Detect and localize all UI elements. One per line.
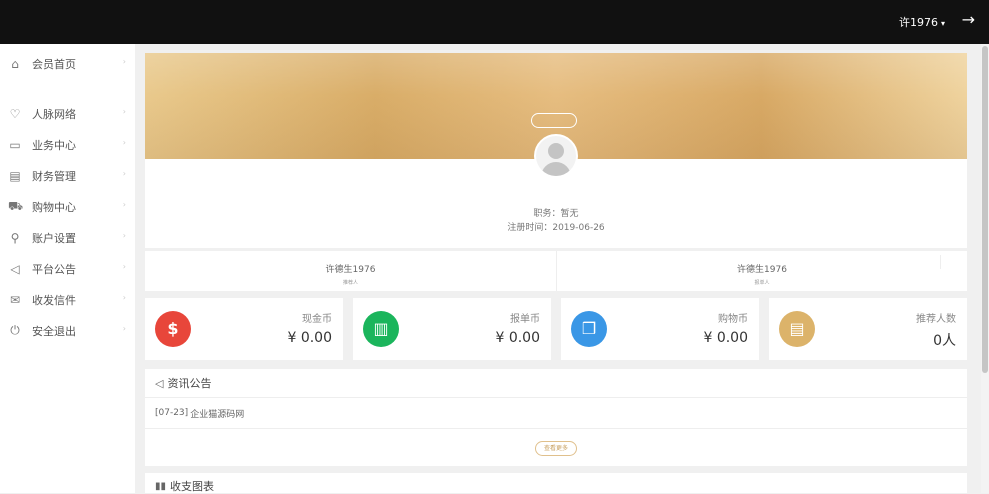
avatar-head — [548, 143, 564, 159]
registrant-name: 许德生1976 — [737, 265, 787, 275]
stat-label: 推荐人数 — [916, 314, 956, 325]
avatar-body — [541, 162, 571, 176]
message-icon: ✉ — [9, 292, 21, 307]
logout-arrow-icon[interactable]: → — [962, 10, 975, 29]
sidebar-item-finance[interactable]: ▤ 财务管理 › — [0, 160, 135, 191]
profile-card: 职务：暂无 注册时间：2019-06-26 — [145, 53, 967, 248]
bar-chart-icon: ▮▮ — [155, 480, 167, 492]
referrer-role: 推荐人 — [342, 280, 358, 286]
chevron-right-icon: › — [122, 57, 126, 66]
news-header: ◁ 资讯公告 — [145, 369, 967, 398]
stat-card-shopping: ❒ 购物币 ¥ 0.00 — [561, 298, 759, 360]
home-icon: ⌂ — [11, 56, 19, 71]
stat-label: 报单币 — [510, 314, 540, 325]
stat-card-referrals: ▤ 推荐人数 0人 — [769, 298, 967, 360]
chevron-right-icon: › — [122, 231, 126, 240]
chevron-right-icon: › — [122, 293, 126, 302]
megaphone-icon: ◁ — [155, 376, 164, 390]
stat-value: 0人 — [933, 333, 956, 349]
sidebar-section-label — [0, 79, 135, 98]
stat-card-order: ▥ 报单币 ¥ 0.00 — [353, 298, 551, 360]
banner-pill[interactable] — [531, 113, 577, 128]
power-icon: ⏻ — [10, 323, 20, 337]
chart-header: ▮▮ 收支图表 — [145, 473, 967, 493]
chevron-right-icon: › — [122, 262, 126, 271]
cart-icon: ⛟ — [8, 198, 24, 213]
people-card: 许德生1976 推荐人 许德生1976 报单人 — [145, 251, 967, 291]
sidebar-item-member-home[interactable]: ⌂ 会员首页 › — [0, 48, 135, 79]
sidebar-item-label: 会员首页 — [32, 57, 76, 71]
news-card: ◁ 资讯公告 [07-23] 企业猫源码网 查看更多 — [145, 369, 967, 466]
chevron-right-icon: › — [122, 200, 126, 209]
card-icon: ▤ — [9, 168, 21, 183]
stat-icon-circle: ▤ — [779, 311, 815, 347]
sidebar-item-label: 账户设置 — [32, 231, 76, 245]
stat-icon-circle: ❒ — [571, 311, 607, 347]
scrollbar-thumb[interactable] — [982, 46, 988, 373]
registrant-role: 报单人 — [754, 280, 770, 286]
sidebar-item-label: 安全退出 — [32, 324, 76, 338]
sidebar-item-label: 购物中心 — [32, 200, 76, 214]
caret-down-icon: ▾ — [940, 19, 945, 28]
divider — [940, 255, 941, 269]
sidebar-item-network[interactable]: ♡ 人脉网络 › — [0, 98, 135, 129]
stat-label: 购物币 — [718, 314, 748, 325]
megaphone-icon: ◁ — [10, 261, 20, 276]
stat-icon-circle: ▥ — [363, 311, 399, 347]
chart-card: ▮▮ 收支图表 — [145, 473, 967, 493]
referrer: 许德生1976 推荐人 — [145, 251, 556, 291]
sidebar-item-announcements[interactable]: ◁ 平台公告 › — [0, 253, 135, 284]
sidebar-item-logout[interactable]: ⏻ 安全退出 › — [0, 315, 135, 346]
stat-value: ¥ 0.00 — [495, 330, 540, 346]
user-menu[interactable]: 许1976 ▾ — [899, 14, 945, 30]
avatar[interactable] — [534, 134, 578, 178]
sidebar: ⌂ 会员首页 › ♡ 人脉网络 › ▭ 业务中心 › ▤ 财务管理 › ⛟ 购物… — [0, 44, 135, 493]
username: 许1976 — [898, 16, 938, 29]
stat-icon-circle: $ — [155, 311, 191, 347]
sidebar-item-label: 人脉网络 — [32, 107, 76, 121]
sidebar-item-label: 收发信件 — [32, 293, 76, 307]
bar-chart-icon: ▥ — [373, 319, 389, 338]
sidebar-item-shopping[interactable]: ⛟ 购物中心 › — [0, 191, 135, 222]
sidebar-item-account[interactable]: ⚲ 账户设置 › — [0, 222, 135, 253]
registrant: 许德生1976 报单人 — [556, 251, 967, 291]
chevron-right-icon: › — [122, 138, 126, 147]
dollar-icon: $ — [167, 319, 179, 338]
news-item[interactable]: [07-23] 企业猫源码网 — [145, 398, 967, 429]
chart-title: 收支图表 — [170, 480, 215, 493]
news-title: 资讯公告 — [167, 377, 212, 390]
referrer-name: 许德生1976 — [325, 265, 376, 275]
chevron-right-icon: › — [122, 324, 126, 333]
chevron-right-icon: › — [122, 107, 126, 116]
heart-icon: ♡ — [9, 106, 21, 121]
sidebar-item-label: 财务管理 — [32, 169, 76, 183]
news-item-title: 企业猫源码网 — [190, 409, 245, 420]
document-icon: ▤ — [789, 319, 805, 338]
stat-value: ¥ 0.00 — [703, 330, 748, 346]
sidebar-item-label: 业务中心 — [32, 138, 76, 152]
registration-date: 注册时间：2019-06-26 — [507, 223, 605, 233]
stat-card-cash: $ 现金币 ¥ 0.00 — [145, 298, 343, 360]
top-bar: 许1976 ▾ → — [0, 0, 989, 44]
user-icon: ⚲ — [10, 230, 20, 245]
news-date: [07-23] — [155, 408, 189, 418]
position-text: 职务：暂无 — [533, 209, 579, 219]
chevron-right-icon: › — [122, 169, 126, 178]
sidebar-item-business[interactable]: ▭ 业务中心 › — [0, 129, 135, 160]
box-icon: ❒ — [581, 319, 597, 338]
sidebar-item-messages[interactable]: ✉ 收发信件 › — [0, 284, 135, 315]
sidebar-item-label: 平台公告 — [32, 262, 76, 276]
stat-label: 现金币 — [302, 314, 332, 325]
stat-value: ¥ 0.00 — [287, 330, 332, 346]
view-more-button[interactable]: 查看更多 — [535, 441, 577, 456]
monitor-icon: ▭ — [9, 137, 21, 152]
